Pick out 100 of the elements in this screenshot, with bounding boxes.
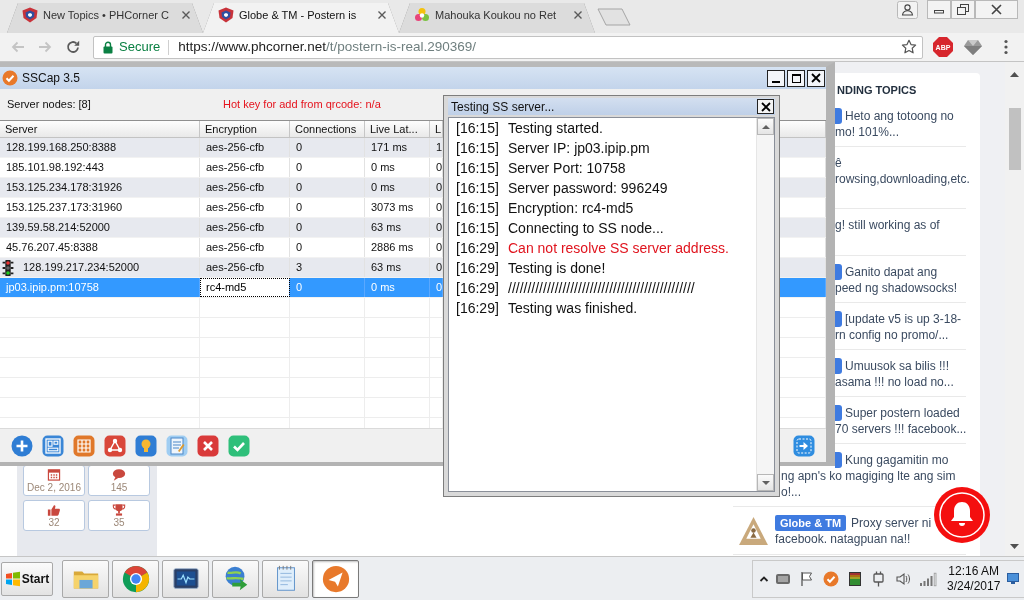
logo-icon — [737, 515, 770, 548]
taskbar-button[interactable] — [312, 559, 359, 598]
hotkey-notice: Hot key for add from qrcode: n/a — [223, 97, 381, 113]
log-message: Server IP: jp03.ipip.pm — [508, 139, 650, 158]
close-button[interactable] — [757, 99, 774, 114]
user-icon[interactable] — [897, 1, 918, 19]
reload-icon[interactable] — [65, 39, 81, 55]
table-cell: 0 ms — [365, 178, 430, 197]
log-message: Connecting to SS node... — [508, 219, 664, 238]
address-bar[interactable]: Secure https://www.phcorner.net/t/postern-is-real.290369/ — [93, 35, 923, 59]
category-tag[interactable]: Globe & TM — [775, 515, 847, 531]
lightbulb-icon[interactable] — [135, 434, 157, 457]
topic-link[interactable]: facebook. natagpuan na!! — [775, 531, 911, 547]
shield-icon — [218, 7, 234, 23]
log-time: [16:29] — [456, 299, 500, 318]
x-icon[interactable] — [197, 434, 219, 457]
column-header[interactable]: Connections — [290, 121, 365, 137]
table-cell: 0 — [290, 178, 365, 197]
restore-icon[interactable] — [951, 0, 975, 19]
minimize-icon[interactable] — [927, 0, 951, 19]
clock-date[interactable]: 3/24/2017 — [947, 578, 1001, 594]
start-button[interactable]: Start — [1, 561, 53, 596]
log-time: [16:29] — [456, 259, 500, 278]
close-icon — [811, 73, 821, 83]
close-icon[interactable] — [181, 10, 191, 20]
log-message: Testing started. — [508, 119, 603, 138]
scrollbar[interactable] — [1005, 62, 1024, 556]
speaker-icon[interactable] — [895, 570, 911, 587]
lock-icon — [103, 40, 113, 54]
topic-link[interactable]: 70 servers !!! facebook... — [835, 421, 967, 437]
scroll-up-button[interactable] — [757, 118, 774, 135]
ring-logo-icon — [120, 563, 151, 594]
add-icon[interactable] — [11, 434, 33, 457]
signal-icon[interactable] — [919, 570, 937, 587]
taskbar-button[interactable] — [162, 559, 209, 598]
clock-time[interactable]: 12:16 AM — [948, 563, 1000, 579]
paper-plane-icon — [320, 563, 351, 594]
chevron-up-icon[interactable] — [759, 574, 769, 583]
topic-link[interactable]: Umuusok sa bilis !!! — [845, 358, 950, 374]
topic-link[interactable]: ng apn's ko magiging lte ang sim — [781, 468, 956, 484]
star-icon[interactable] — [901, 39, 917, 55]
close-icon[interactable] — [573, 10, 583, 20]
scrollbar-thumb[interactable] — [1008, 108, 1021, 170]
stat-value: 32 — [48, 517, 60, 528]
topic-link[interactable]: ê — [835, 155, 842, 171]
notepad-icon[interactable] — [166, 434, 188, 457]
topic-link[interactable]: asama !!! no load no... — [835, 374, 954, 390]
stacked-bars-icon[interactable] — [847, 570, 863, 587]
topic-link[interactable]: Super postern loaded — [845, 405, 960, 421]
gem-icon[interactable] — [963, 38, 983, 56]
topic-link[interactable]: peed ng shadowsocks! — [835, 280, 958, 296]
topic-link[interactable]: o!... — [781, 484, 801, 500]
topic-link[interactable]: Kung gagamitin mo — [845, 452, 949, 468]
log-time: [16:29] — [456, 239, 500, 258]
browser-tab[interactable]: Globe & TM - Postern is — [203, 3, 399, 33]
taskbar-button[interactable] — [112, 559, 159, 598]
log-message: Server Port: 10758 — [508, 159, 626, 178]
menu-icon[interactable] — [1004, 39, 1008, 55]
section-heading: NDING TOPICS — [837, 83, 917, 98]
topic-link[interactable]: mo! 101%... — [835, 124, 900, 140]
browser-tab[interactable]: New Topics • PHCorner C — [7, 3, 203, 33]
browser-tab[interactable]: Mahouka Koukou no Ret — [399, 3, 595, 33]
scrollbar[interactable] — [756, 118, 774, 491]
table-cell: 153.125.234.178:31926 — [0, 178, 200, 197]
table-cell: aes-256-cfb — [200, 238, 290, 257]
layout-icon[interactable] — [42, 434, 64, 457]
server-count: Server nodes: [8] — [6, 97, 92, 113]
scroll-down-button[interactable] — [757, 474, 774, 491]
topic-link[interactable]: Ganito dapat ang — [845, 264, 938, 280]
maximize-button[interactable] — [787, 69, 805, 87]
arrow-box-icon[interactable] — [793, 434, 815, 457]
table-cell: aes-256-cfb — [200, 258, 290, 277]
minimize-button[interactable] — [767, 69, 785, 87]
close-icon[interactable] — [377, 10, 387, 20]
log-time: [16:15] — [456, 119, 500, 138]
scroll-down-icon[interactable] — [1010, 544, 1019, 549]
grid-icon[interactable] — [73, 434, 95, 457]
column-header[interactable]: Live Lat... — [365, 121, 430, 137]
topic-link[interactable]: Proxy server ni — [851, 515, 932, 531]
table-cell: 0 — [290, 198, 365, 217]
topic-link[interactable]: Heto ang totoong no — [845, 108, 954, 124]
stat-value: 145 — [110, 482, 128, 493]
column-header[interactable]: Server — [0, 121, 200, 137]
topic-link[interactable]: rowsing,downloading,etc. — [835, 171, 970, 187]
log-message: Testing is done! — [508, 259, 606, 278]
topic-link[interactable]: [update v5 is up 3-18- — [845, 311, 962, 327]
close-icon[interactable] — [975, 0, 1018, 19]
scroll-up-icon[interactable] — [1010, 72, 1019, 77]
log-message: Encryption: rc4-md5 — [508, 199, 634, 218]
flag-icon[interactable] — [799, 570, 815, 587]
check-icon[interactable] — [228, 434, 250, 457]
plug-icon[interactable] — [871, 570, 887, 587]
close-button[interactable] — [807, 69, 825, 87]
checkmark-icon[interactable] — [823, 570, 839, 587]
nodes-icon[interactable] — [104, 434, 126, 457]
desktop-icon[interactable] — [1007, 572, 1020, 585]
topic-link[interactable]: rn config no promo/... — [835, 327, 949, 343]
column-header[interactable]: Encryption — [200, 121, 290, 137]
bell-icon[interactable] — [934, 487, 990, 543]
topic-link[interactable]: g! still working as of — [835, 217, 940, 233]
